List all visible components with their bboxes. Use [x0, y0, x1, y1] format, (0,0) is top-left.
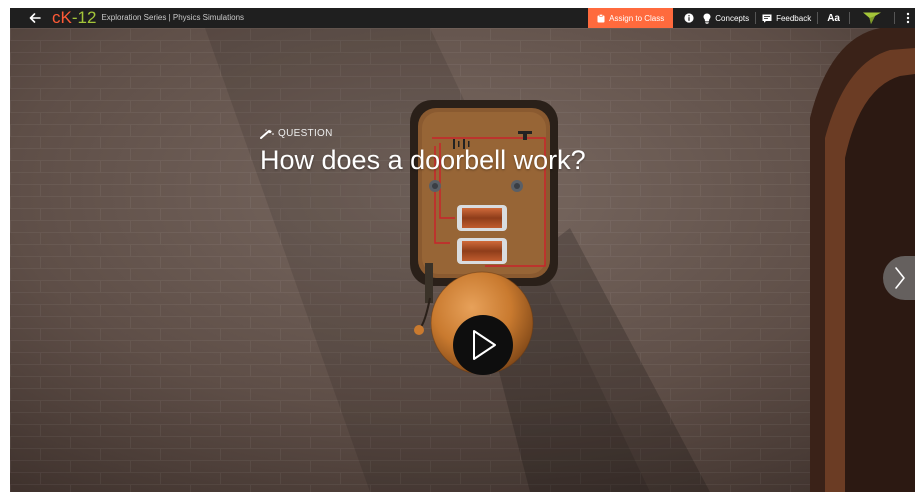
- info-icon: [684, 13, 694, 23]
- assign-to-class-label: Assign to Class: [609, 13, 665, 23]
- question-title: How does a doorbell work?: [260, 145, 586, 175]
- top-bar: c K -12 Exploration Series | Physics Simul…: [10, 8, 915, 28]
- back-arrow-icon: [29, 13, 41, 23]
- question-label: QUESTION: [278, 128, 333, 139]
- back-button[interactable]: [24, 8, 46, 28]
- more-vertical-icon: [906, 12, 910, 24]
- feedback-button[interactable]: Feedback: [756, 8, 817, 28]
- info-button[interactable]: [681, 8, 697, 28]
- chevron-right-icon: [895, 267, 905, 289]
- feedback-label: Feedback: [776, 13, 812, 23]
- play-icon: [473, 330, 496, 360]
- assign-to-class-button[interactable]: Assign to Class: [588, 8, 674, 28]
- feedback-icon: [762, 14, 772, 23]
- lightbulb-icon: [703, 13, 711, 24]
- question-label-row: QUESTION: [260, 128, 586, 139]
- brick-wall-background: [10, 28, 915, 492]
- toolbar-divider: [894, 12, 895, 24]
- concepts-button[interactable]: Concepts: [697, 8, 755, 28]
- concepts-label: Concepts: [715, 13, 750, 23]
- font-size-button[interactable]: Aa: [818, 8, 849, 28]
- simulation-frame: c K -12 Exploration Series | Physics Simul…: [10, 8, 915, 492]
- clipboard-icon: [597, 13, 605, 22]
- play-button[interactable]: [453, 315, 513, 375]
- question-panel: QUESTION How does a doorbell work?: [260, 128, 586, 176]
- logo-12: 12: [77, 8, 97, 27]
- flag-icon: [863, 12, 881, 24]
- flag-button[interactable]: [850, 8, 894, 28]
- logo-c: c: [52, 8, 61, 27]
- ck12-logo[interactable]: c K -12: [52, 8, 96, 28]
- logo-k: K: [60, 8, 72, 27]
- series-title: Exploration Series | Physics Simulations: [101, 13, 245, 22]
- magic-wand-icon: [260, 128, 274, 139]
- simulation-scene: QUESTION How does a doorbell work?: [10, 28, 915, 492]
- more-options-button[interactable]: [901, 8, 915, 28]
